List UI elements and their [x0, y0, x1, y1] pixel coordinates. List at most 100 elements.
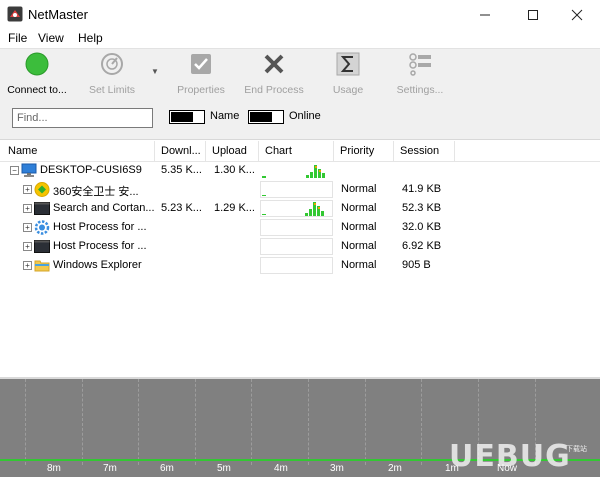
grid-line — [251, 379, 252, 465]
name-toggle[interactable] — [169, 110, 205, 124]
table-row[interactable]: + 360安全卫士 安... Normal 41.9 KB — [0, 180, 600, 199]
row-name: Search and Cortan... — [53, 202, 154, 214]
properties-label: Properties — [177, 84, 225, 96]
green-circle-icon — [25, 52, 49, 76]
row-session: 52.3 KB — [402, 202, 442, 214]
online-toggle-label: Online — [289, 110, 321, 122]
usage-label: Usage — [332, 84, 364, 96]
menu-view[interactable]: View — [38, 31, 64, 45]
timeline-label: 4m — [274, 463, 288, 474]
find-input[interactable] — [12, 108, 153, 128]
table-row[interactable]: − DESKTOP-CUSI6S9 5.35 K... 1.30 K... — [0, 161, 600, 180]
menu-file[interactable]: File — [8, 31, 27, 45]
grid-line — [421, 379, 422, 465]
row-session: 41.9 KB — [402, 183, 442, 195]
online-toggle[interactable] — [248, 110, 284, 124]
set-limits-label: Set Limits — [88, 84, 136, 96]
grid-line — [25, 379, 26, 465]
row-priority: Normal — [341, 240, 377, 252]
end-process-button[interactable]: End Process — [244, 52, 304, 97]
toolbar: Connect to... Set Limits ▼ Properties En… — [0, 48, 600, 98]
settings-button[interactable]: Settings... — [394, 52, 446, 97]
menu-bar: File View Help — [0, 30, 600, 48]
expand-toggle[interactable]: + — [23, 261, 32, 270]
set-limits-button[interactable]: Set Limits — [88, 52, 136, 97]
grid-line — [365, 379, 366, 465]
table-row[interactable]: + Search and Cortan... 5.23 K... 1.29 K.… — [0, 199, 600, 218]
row-download: 5.35 K... — [161, 164, 202, 176]
column-header-session[interactable]: Session — [394, 141, 455, 162]
usage-button[interactable]: Usage — [330, 52, 366, 97]
minimize-button[interactable] — [462, 0, 508, 30]
maximize-button[interactable] — [510, 0, 556, 30]
grid-line — [308, 379, 309, 465]
x-cross-icon — [262, 52, 286, 76]
end-process-label: End Process — [244, 84, 304, 96]
grid-line — [195, 379, 196, 465]
watermark-logo: UEBUG — [449, 439, 571, 474]
row-upload: 1.30 K... — [214, 164, 255, 176]
row-chart — [260, 200, 333, 217]
timeline-label: 3m — [330, 463, 344, 474]
table-row[interactable]: + Host Process for ... Normal 32.0 KB — [0, 218, 600, 237]
timeline-label: 8m — [47, 463, 61, 474]
name-toggle-label: Name — [210, 110, 240, 122]
360-security-icon — [34, 182, 50, 197]
row-name: DESKTOP-CUSI6S9 — [40, 164, 142, 176]
expand-toggle[interactable]: + — [23, 204, 32, 213]
timeline-label: 2m — [388, 463, 402, 474]
gauge-icon — [100, 52, 124, 76]
traffic-graph: 8m 7m 6m 5m 4m 3m 2m 1m Now UEBUG 下载站 — [0, 377, 600, 477]
column-header-name[interactable]: Name — [2, 141, 155, 162]
expand-toggle[interactable]: + — [23, 223, 32, 232]
connect-label: Connect to... — [7, 84, 67, 96]
window-app-icon — [34, 202, 50, 215]
row-download: 5.23 K... — [161, 202, 202, 214]
timeline-label: 5m — [217, 463, 231, 474]
column-header-download[interactable]: Downl... — [155, 141, 206, 162]
checkbox-icon — [189, 52, 213, 76]
grid-line — [82, 379, 83, 465]
expand-toggle[interactable]: + — [23, 242, 32, 251]
row-priority: Normal — [341, 259, 377, 271]
row-upload: 1.29 K... — [214, 202, 255, 214]
connect-button[interactable]: Connect to... — [5, 52, 69, 97]
row-chart — [260, 257, 333, 274]
title-bar: NetMaster — [0, 0, 600, 30]
row-session: 32.0 KB — [402, 221, 442, 233]
row-chart — [260, 238, 333, 255]
row-name: Host Process for ... — [53, 240, 147, 252]
netmaster-app-icon — [7, 6, 23, 22]
filter-bar: Name Online — [0, 98, 600, 140]
row-chart — [260, 162, 333, 179]
row-name: Host Process for ... — [53, 221, 147, 233]
sigma-icon — [336, 52, 360, 76]
table-row[interactable]: + Host Process for ... Normal 6.92 KB — [0, 237, 600, 256]
collapse-toggle[interactable]: − — [10, 166, 19, 175]
row-name: 360安全卫士 安... — [53, 186, 139, 198]
window-title: NetMaster — [28, 7, 88, 22]
watermark-subtext: 下载站 — [566, 446, 587, 453]
row-session: 905 B — [402, 259, 431, 271]
table-row[interactable]: + Windows Explorer Normal 905 B — [0, 256, 600, 275]
chevron-down-icon[interactable]: ▼ — [151, 67, 159, 76]
row-priority: Normal — [341, 221, 377, 233]
timeline-label: 6m — [160, 463, 174, 474]
process-table: Name Downl... Upload Chart Priority Sess… — [0, 141, 600, 377]
properties-button[interactable]: Properties — [173, 52, 229, 97]
column-header-upload[interactable]: Upload — [206, 141, 259, 162]
expand-toggle[interactable]: + — [23, 185, 32, 194]
menu-help[interactable]: Help — [78, 31, 103, 45]
settings-sliders-icon — [408, 52, 432, 76]
column-header-priority[interactable]: Priority — [334, 141, 394, 162]
row-chart — [260, 181, 333, 198]
row-priority: Normal — [341, 183, 377, 195]
column-header-chart[interactable]: Chart — [259, 141, 334, 162]
gear-icon — [34, 220, 50, 235]
row-name: Windows Explorer — [53, 259, 142, 271]
close-button[interactable] — [554, 0, 600, 30]
window-app-icon — [34, 240, 50, 253]
timeline-label: 7m — [103, 463, 117, 474]
toggle-knob — [171, 112, 193, 122]
computer-icon — [21, 163, 37, 177]
